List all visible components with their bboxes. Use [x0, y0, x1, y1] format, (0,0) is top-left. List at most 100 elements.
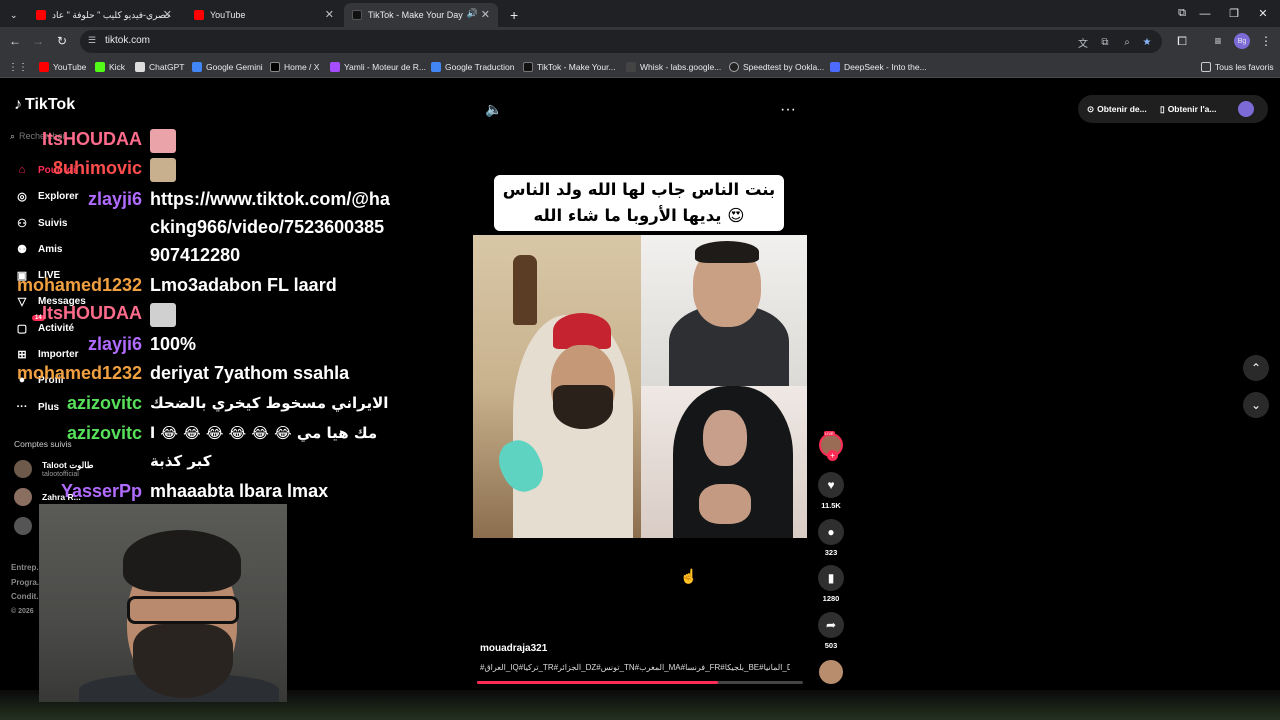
reload-icon[interactable]: ↻: [54, 33, 70, 49]
more-options-icon[interactable]: ···: [780, 101, 796, 119]
apps-grid-icon[interactable]: ⋮⋮: [8, 60, 28, 74]
bookmark-count: 1280: [822, 594, 840, 603]
deepseek-icon: [830, 62, 840, 72]
live-badge: LIVE: [824, 431, 835, 436]
tab-search-button[interactable]: ⌄: [0, 3, 28, 27]
bookmark-deepseek[interactable]: DeepSeek - Into the...: [830, 60, 927, 74]
user-avatar[interactable]: [1238, 101, 1254, 117]
browser-tabbar: ⌄ حصري-فيديو كليب " حلوفة " عاد... ✕ You…: [0, 0, 1280, 27]
chat-text: Lmo3adabon FL laard: [150, 275, 337, 295]
bookmark-icon[interactable]: ▮: [818, 565, 844, 591]
youtube-favicon-icon: [36, 10, 46, 20]
close-icon[interactable]: ✕: [163, 8, 172, 21]
heart-icon[interactable]: ♥: [818, 472, 844, 498]
address-bar[interactable]: ☰ tiktok.com 文 ⧉ ⌕ ★: [80, 30, 1162, 53]
menu-kebab-icon[interactable]: ⋮: [1258, 33, 1274, 49]
chat-username: YasserPp: [60, 481, 142, 501]
install-app-icon[interactable]: ⧉: [1098, 35, 1112, 49]
chat-username: azizovitc: [66, 423, 142, 443]
profile-avatar-icon[interactable]: Bg: [1234, 33, 1250, 49]
video-player[interactable]: [473, 235, 807, 538]
translate-icon[interactable]: 文: [1076, 35, 1090, 50]
media-icon[interactable]: ≡: [1210, 33, 1226, 49]
site-info-icon[interactable]: ☰: [88, 35, 96, 46]
chat-text: مك هيا مي 😂 😂 😂 😂 😂 😂 اكبر كذبة: [150, 424, 378, 470]
bookmark-kick[interactable]: Kick: [95, 60, 125, 74]
forward-icon[interactable]: →: [30, 33, 46, 49]
avatar: [14, 517, 32, 535]
tab-youtube[interactable]: YouTube ✕: [186, 3, 342, 27]
bookmark-youtube[interactable]: YouTube: [39, 60, 86, 74]
video-hair: [695, 241, 759, 263]
extensions-icon[interactable]: ⧠: [1174, 33, 1190, 49]
video-pane-left: [473, 235, 641, 538]
tab-title: YouTube: [210, 10, 246, 20]
bookmark-tiktok[interactable]: TikTok - Make Your...: [523, 60, 616, 74]
chat-message: YasserPp mhaaabta lbara lmax: [0, 477, 328, 505]
bookmark-label: Kick: [109, 62, 126, 72]
chat-message: ItsHOUDAA: [0, 129, 176, 153]
chat-username: 8uhimovic: [52, 158, 142, 178]
bookmark-label: Yamli - Moteur de R...: [344, 62, 427, 72]
bookmark-label: Speedtest by Ookla...: [743, 62, 825, 72]
video-progress-bar[interactable]: [477, 681, 803, 684]
next-video-button[interactable]: ⌄: [1243, 392, 1269, 418]
chat-emote: [150, 303, 176, 327]
speaker-icon[interactable]: 🔊: [467, 8, 478, 19]
chatgpt-icon: [135, 62, 145, 72]
new-tab-button[interactable]: +: [502, 3, 522, 27]
speedtest-icon: [729, 62, 739, 72]
comment-icon[interactable]: ●: [818, 519, 844, 545]
tab-tiktok[interactable]: TikTok - Make Your Day 🔊 ✕: [344, 3, 498, 27]
chat-message: 8uhimovic: [0, 158, 176, 182]
chat-message: azizovitc الايراني مسخوط كيخري بالضحك: [0, 389, 388, 417]
all-bookmarks[interactable]: Tous les favoris: [1201, 60, 1274, 74]
bookmark-star-icon[interactable]: ★: [1140, 35, 1154, 49]
stream-chat-overlay: ItsHOUDAA 8uhimovic zlayji6 https://www.…: [0, 79, 420, 509]
followed-account[interactable]: [14, 517, 42, 535]
tab-title: حصري-فيديو كليب " حلوفة " عاد...: [52, 9, 170, 20]
back-icon[interactable]: ←: [7, 33, 23, 49]
button-label: Obtenir de...: [1097, 104, 1147, 114]
comment-count: 323: [824, 548, 838, 557]
bookmark-x[interactable]: Home / X: [270, 60, 319, 74]
tab-youtube-clip[interactable]: حصري-فيديو كليب " حلوفة " عاد... ✕: [28, 3, 180, 27]
bookmark-label: DeepSeek - Into the...: [844, 62, 927, 72]
bookmark-chatgpt[interactable]: ChatGPT: [135, 60, 184, 74]
creator-avatar-live[interactable]: LIVE +: [819, 431, 843, 461]
bookmark-action[interactable]: ▮ 1280: [818, 565, 844, 603]
bookmark-yamli[interactable]: Yamli - Moteur de R...: [330, 60, 426, 74]
bookmark-label: ChatGPT: [149, 62, 185, 72]
bookmark-speedtest[interactable]: Speedtest by Ookla...: [729, 60, 824, 74]
share-action[interactable]: ➦ 503: [818, 612, 844, 650]
chat-message: mohamed1232 deriyat 7yathom ssahla: [0, 359, 349, 387]
youtube-favicon-icon: [194, 10, 204, 20]
comment-action[interactable]: ● 323: [818, 519, 844, 557]
like-action[interactable]: ♥ 11.5K: [818, 472, 844, 510]
close-window-icon[interactable]: ✕: [1248, 0, 1278, 27]
caption-line: بنت الناس جاب لها الله ولد الناس: [502, 180, 776, 199]
get-coins-button[interactable]: ⊙ Obtenir de...: [1087, 95, 1147, 123]
get-app-button[interactable]: ▯ Obtenir l'a...: [1160, 95, 1216, 123]
bookmark-gemini[interactable]: Google Gemini: [192, 60, 263, 74]
zoom-icon[interactable]: ⌕: [1120, 35, 1134, 49]
previous-video-button[interactable]: ⌃: [1243, 355, 1269, 381]
restore-icon[interactable]: ❐: [1219, 0, 1249, 27]
volume-icon[interactable]: 🔈: [485, 101, 502, 118]
chat-username: zlayji6: [87, 189, 142, 209]
music-disc-avatar[interactable]: [819, 660, 843, 684]
bookmark-translate[interactable]: Google Traduction: [431, 60, 514, 74]
gemini-icon: [192, 62, 202, 72]
bookmark-whisk[interactable]: Whisk - labs.google...: [626, 60, 721, 74]
close-icon[interactable]: ✕: [325, 8, 334, 21]
streamer-webcam: [39, 504, 287, 702]
video-author[interactable]: mouadraja321: [480, 643, 547, 654]
video-hashtags[interactable]: #العراق_IQ#تركيا_TR#الجزائر_DZ#تونس_TN#ا…: [480, 663, 790, 672]
chevron-down-icon: ⌄: [10, 9, 18, 20]
close-icon[interactable]: ✕: [481, 8, 490, 21]
bookmark-label: Tous les favoris: [1215, 62, 1274, 72]
minimize-icon[interactable]: —: [1190, 0, 1220, 27]
follow-plus-icon[interactable]: +: [827, 450, 838, 461]
share-icon[interactable]: ➦: [818, 612, 844, 638]
chat-message: zlayji6 https://www.tiktok.com/@hacking9…: [0, 185, 390, 269]
